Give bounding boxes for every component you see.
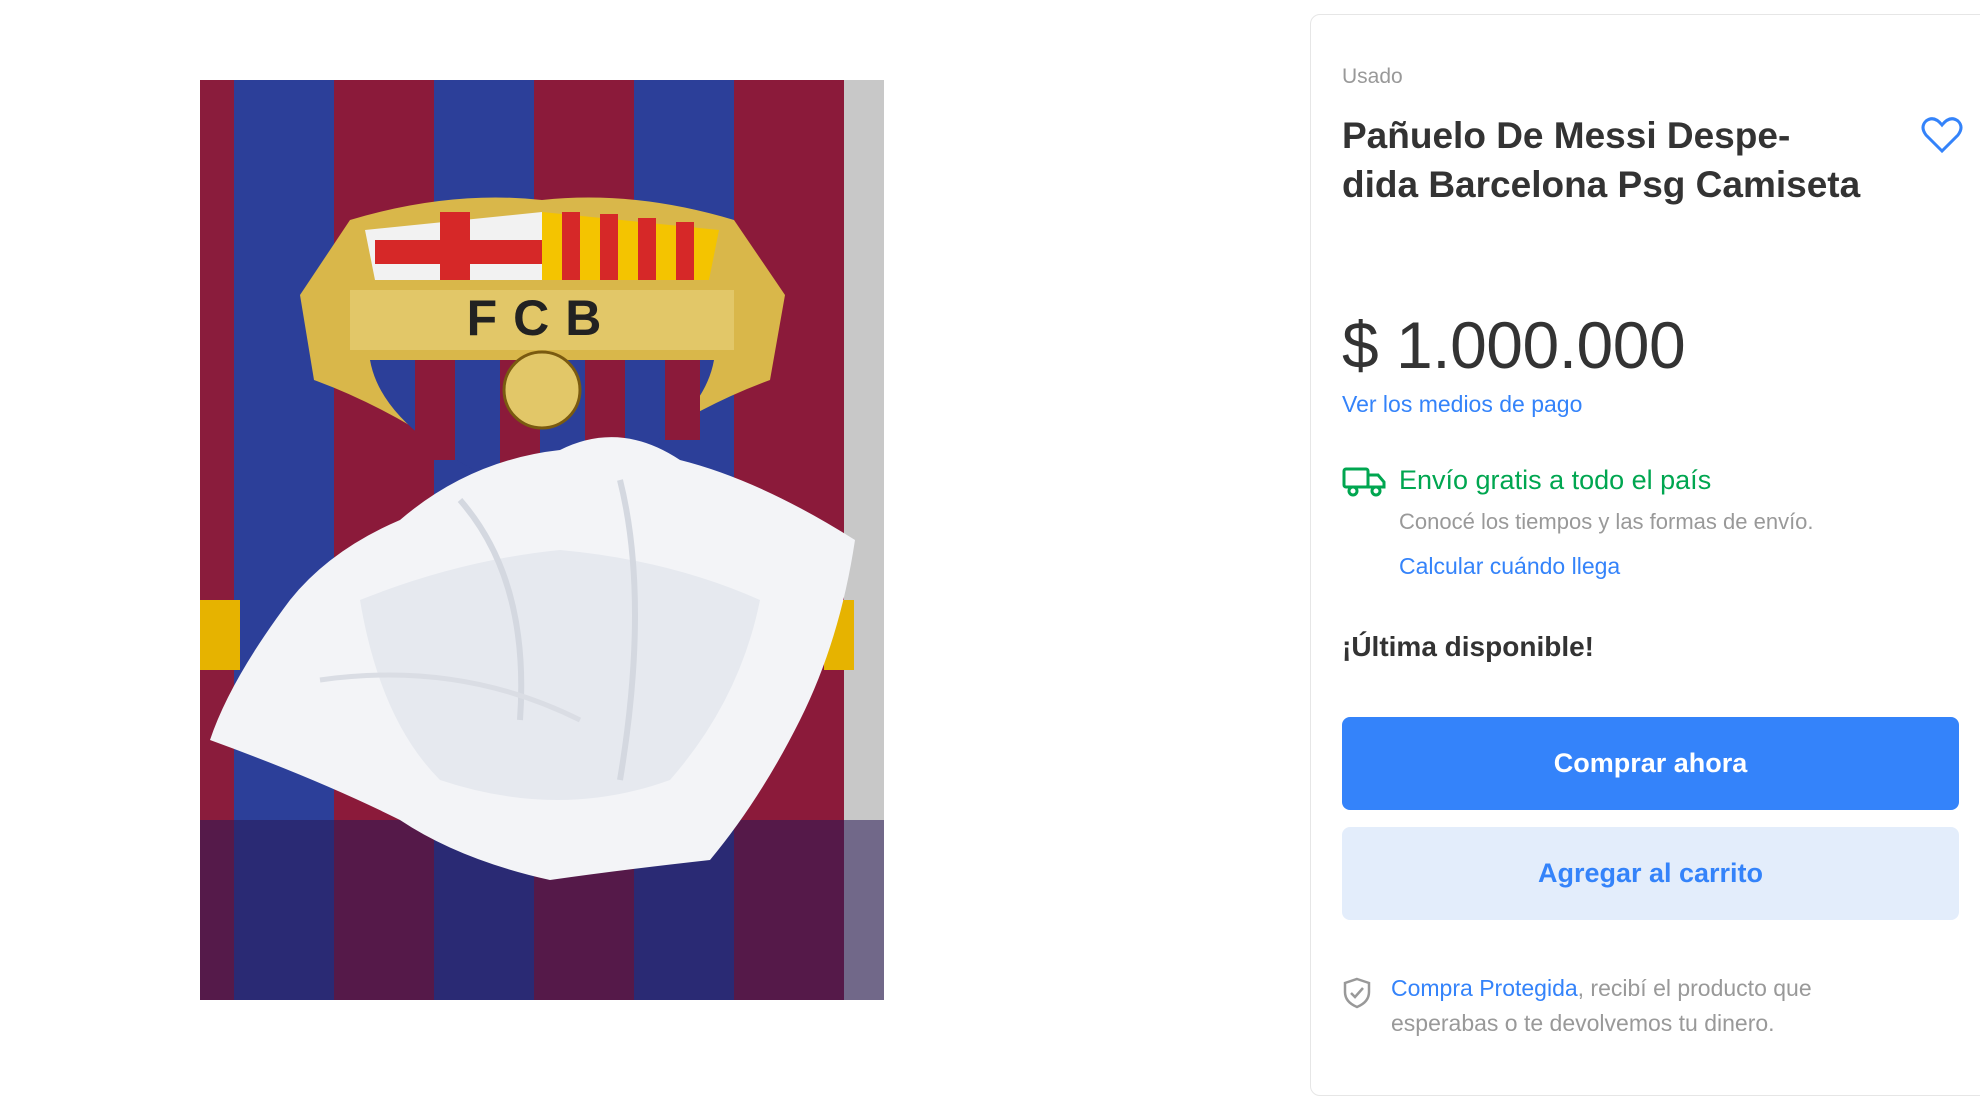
purchase-protection-text: Compra Protegida, recibí el producto que… xyxy=(1391,971,1911,1041)
shield-check-icon xyxy=(1343,977,1371,1009)
payment-methods-link[interactable]: Ver los medios de pago xyxy=(1342,391,1582,418)
product-image[interactable]: FCB xyxy=(200,80,884,1000)
truck-icon xyxy=(1342,467,1386,497)
favorite-button[interactable] xyxy=(1918,111,1966,159)
heart-outline-icon xyxy=(1921,117,1963,154)
protected-purchase-link[interactable]: Compra Protegida xyxy=(1391,975,1578,1001)
buy-box: Usado Pañuelo De Messi Despe- dida Barce… xyxy=(1310,14,1980,1096)
scarf-photo: FCB xyxy=(200,80,884,1000)
add-to-cart-button[interactable]: Agregar al carrito xyxy=(1342,827,1959,920)
product-price: $ 1.000.000 xyxy=(1342,308,1686,382)
crest-text: FCB xyxy=(467,290,618,346)
calculate-delivery-link[interactable]: Calcular cuándo llega xyxy=(1399,553,1620,580)
product-title: Pañuelo De Messi Despe- dida Barcelona P… xyxy=(1342,115,1861,205)
free-shipping-title: Envío gratis a todo el país xyxy=(1399,465,1712,495)
condition-label: Usado xyxy=(1342,65,1403,88)
shipping-subtitle: Conocé los tiempos y las formas de envío… xyxy=(1399,509,1814,534)
buy-now-button[interactable]: Comprar ahora xyxy=(1342,717,1959,810)
stock-label: ¡Última disponible! xyxy=(1342,631,1594,662)
